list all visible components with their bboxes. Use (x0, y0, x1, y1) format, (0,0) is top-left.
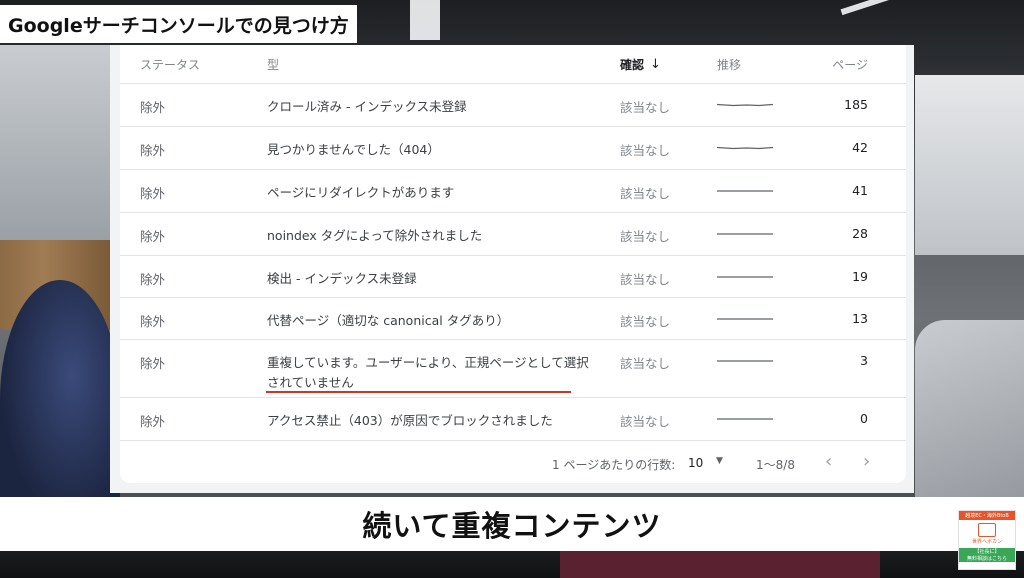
header-trend[interactable]: 推移 (717, 56, 741, 73)
row-status: 除外 (140, 143, 166, 158)
table-row[interactable]: 除外 アクセス禁止（403）が原因でブロックされました 該当なし 0 (120, 397, 906, 441)
pagination-range: 1～8/8 (756, 458, 795, 472)
trend-sparkline (717, 360, 773, 362)
row-status: 除外 (140, 229, 166, 244)
row-pages: 0 (860, 411, 868, 426)
background-window (915, 75, 1024, 255)
table-header: ステータス 型 確認 ↓ 推移 ページ (120, 45, 906, 84)
row-check: 該当なし (620, 314, 671, 329)
row-type: ページにリダイレクトがあります (267, 185, 455, 200)
trend-sparkline (717, 190, 773, 192)
row-check: 該当なし (620, 356, 671, 371)
header-status[interactable]: ステータス (140, 56, 200, 73)
arrow-down-icon[interactable]: ↓ (650, 57, 661, 72)
row-type: 重複しています。ユーザーにより、正規ページとして選択されていません (267, 355, 589, 390)
caption-text: 続いて重複コンテンツ (362, 509, 662, 543)
trend-sparkline (717, 146, 773, 150)
row-status: 除外 (140, 272, 166, 287)
table-row[interactable]: 除外 検出 - インデックス未登録 該当なし 19 (120, 255, 906, 298)
promo-badge[interactable]: 越境EC・海外BtoB 世界へボカン 【社長に】 無料相談はこちら (958, 510, 1016, 570)
chat-icon (978, 523, 996, 537)
table-row[interactable]: 除外 noindex タグによって除外されました 該当なし 28 (120, 212, 906, 256)
row-check: 該当なし (620, 272, 671, 287)
trend-sparkline (717, 276, 773, 278)
row-status: 除外 (140, 100, 166, 115)
rows-per-page-label: 1 ページあたりの行数: (552, 458, 676, 472)
table-row[interactable]: 除外 代替ページ（適切な canonical タグあり） 該当なし 13 (120, 297, 906, 340)
row-pages: 185 (844, 97, 868, 112)
row-check: 該当なし (620, 143, 671, 158)
header-check-label: 確認 (620, 58, 645, 72)
row-status: 除外 (140, 356, 166, 371)
promo-brand: 世界へボカン (971, 539, 1002, 545)
row-type: 見つかりませんでした（404） (267, 142, 440, 157)
table-row[interactable]: 除外 見つかりませんでした（404） 該当なし 42 (120, 126, 906, 170)
row-status: 除外 (140, 186, 166, 201)
row-check: 該当なし (620, 100, 671, 115)
row-pages: 42 (852, 140, 868, 155)
row-check: 該当なし (620, 186, 671, 201)
table-pagination: 1 ページあたりの行数: 10 ▼ 1～8/8 ‹ › (120, 443, 906, 483)
table-row[interactable]: 除外 重複しています。ユーザーにより、正規ページとして選択されていません 該当なし 3 (120, 339, 906, 398)
table-row[interactable]: 除外 ページにリダイレクトがあります 該当なし 41 (120, 169, 906, 213)
header-check[interactable]: 確認 ↓ (620, 56, 661, 73)
chevron-right-icon[interactable]: › (863, 451, 870, 472)
search-console-panel: ステータス 型 確認 ↓ 推移 ページ 除外 クロール済み - インデックス未登録… (110, 45, 914, 493)
ceiling-light (840, 0, 900, 16)
row-pages: 13 (852, 311, 868, 326)
background-window (0, 45, 110, 240)
promo-top-label: 越境EC・海外BtoB (959, 511, 1015, 520)
row-check: 該当なし (620, 414, 671, 429)
row-check: 該当なし (620, 229, 671, 244)
header-pages[interactable]: ページ (832, 56, 868, 73)
video-caption: 続いて重複コンテンツ (0, 497, 1024, 551)
trend-sparkline (717, 318, 773, 320)
row-type: 検出 - インデックス未登録 (267, 271, 417, 286)
row-type: noindex タグによって除外されました (267, 228, 483, 243)
promo-bottom-label: 【社長に】 (959, 548, 1015, 555)
ceiling-light (410, 0, 440, 40)
presenter (0, 280, 120, 520)
caret-down-icon[interactable]: ▼ (716, 456, 723, 466)
row-status: 除外 (140, 314, 166, 329)
chevron-left-icon[interactable]: ‹ (825, 451, 832, 472)
trend-sparkline (717, 418, 773, 420)
highlight-underline (266, 391, 571, 393)
trend-sparkline (717, 233, 773, 235)
row-type: クロール済み - インデックス未登録 (267, 99, 467, 114)
row-type: アクセス禁止（403）が原因でブロックされました (267, 413, 553, 428)
row-pages: 41 (852, 183, 868, 198)
row-pages: 3 (860, 353, 868, 368)
trend-sparkline (717, 103, 773, 107)
row-pages: 19 (852, 269, 868, 284)
video-title: Googleサーチコンソールでの見つけ方 (8, 14, 349, 37)
row-status: 除外 (140, 414, 166, 429)
row-pages: 28 (852, 226, 868, 241)
coverage-table-card: ステータス 型 確認 ↓ 推移 ページ 除外 クロール済み - インデックス未登録… (120, 45, 906, 483)
header-type[interactable]: 型 (267, 56, 279, 73)
row-type: 代替ページ（適切な canonical タグあり） (267, 313, 510, 328)
table-row[interactable]: 除外 クロール済み - インデックス未登録 該当なし 185 (120, 83, 906, 127)
video-title-tag: Googleサーチコンソールでの見つけ方 (0, 5, 357, 43)
promo-cta: 無料相談はこちら (959, 555, 1015, 562)
rows-per-page-select[interactable]: 10 (688, 456, 703, 470)
